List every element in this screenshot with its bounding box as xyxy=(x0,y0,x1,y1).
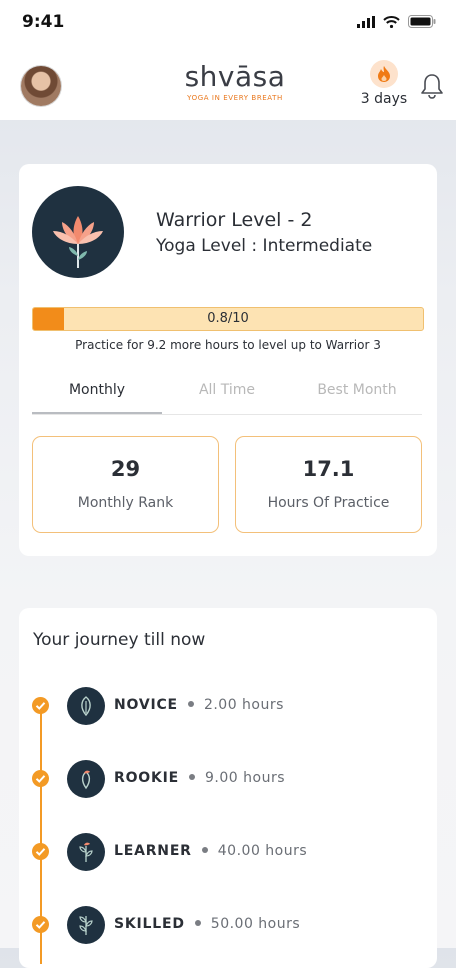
app-logo: shvāsa YOGA IN EVERY BREATH xyxy=(140,60,330,103)
check-icon xyxy=(32,843,49,860)
level-hours: 2.00 hours xyxy=(203,697,284,713)
level-name: SKILLED xyxy=(114,916,185,932)
check-icon xyxy=(32,697,49,714)
level-name: NOVICE xyxy=(114,697,178,713)
lotus-badge-icon xyxy=(32,186,124,278)
level-name: ROOKIE xyxy=(114,770,180,786)
level-name: LEARNER xyxy=(114,843,192,859)
logo-text: shvāsa xyxy=(184,60,286,93)
battery-icon xyxy=(408,15,436,28)
journey-item-rookie: ROOKIE 9.00 hours xyxy=(19,759,437,799)
wifi-icon xyxy=(383,15,400,28)
level-hours: 9.00 hours xyxy=(205,770,285,786)
bullet-separator xyxy=(201,847,208,853)
logo-tagline: YOGA IN EVERY BREATH xyxy=(187,94,283,102)
bell-icon[interactable] xyxy=(419,72,445,100)
tab-monthly[interactable]: Monthly xyxy=(32,372,162,414)
stat-value: 29 xyxy=(110,457,141,481)
journey-item-novice: NOVICE 2.00 hours xyxy=(19,686,437,726)
bullet-separator xyxy=(189,774,196,780)
hours-practice-stat: 17.1 Hours Of Practice xyxy=(235,436,422,533)
level-subtitle: Yoga Level : Intermediate xyxy=(156,236,373,256)
top-bar: 9:41 shvāsa YOGA IN EVERY BREATH 3 days xyxy=(0,0,456,120)
avatar[interactable] xyxy=(21,66,61,106)
tab-all-time[interactable]: All Time xyxy=(162,372,292,414)
journey-level-row: LEARNER 40.00 hours xyxy=(114,843,307,859)
bullet-separator xyxy=(187,701,194,707)
journey-level-row: SKILLED 50.00 hours xyxy=(114,916,300,932)
signal-icon xyxy=(357,15,375,28)
progress-hint: Practice for 9.2 more hours to level up … xyxy=(75,338,381,352)
flame-icon xyxy=(370,60,398,88)
period-tabs: Monthly All Time Best Month xyxy=(32,372,422,415)
status-time: 9:41 xyxy=(22,12,65,32)
journey-item-learner: LEARNER 40.00 hours xyxy=(19,832,437,872)
tab-best-month[interactable]: Best Month xyxy=(292,372,422,414)
level-progress-bar: 0.8/10 xyxy=(32,307,424,331)
journey-title: Your journey till now xyxy=(33,630,206,650)
progress-text: 0.8/10 xyxy=(207,311,249,326)
plant-icon xyxy=(67,906,105,944)
monthly-rank-stat: 29 Monthly Rank xyxy=(32,436,219,533)
journey-level-row: ROOKIE 9.00 hours xyxy=(114,770,285,786)
stat-label: Hours Of Practice xyxy=(267,495,390,511)
level-hours: 50.00 hours xyxy=(210,916,301,932)
check-icon xyxy=(32,916,49,933)
stat-label: Monthly Rank xyxy=(77,495,174,511)
bud-icon xyxy=(67,760,105,798)
bullet-separator xyxy=(194,920,201,926)
journey-level-row: NOVICE 2.00 hours xyxy=(114,697,284,713)
status-icons xyxy=(357,15,436,28)
level-title: Warrior Level - 2 xyxy=(156,209,313,231)
level-hours: 40.00 hours xyxy=(217,843,308,859)
check-icon xyxy=(32,770,49,787)
journey-card: Your journey till now NOVICE 2.00 hours R… xyxy=(19,608,437,968)
sprout-icon xyxy=(67,833,105,871)
seed-icon xyxy=(67,687,105,725)
streak-indicator[interactable]: 3 days xyxy=(356,60,412,107)
journey-item-skilled: SKILLED 50.00 hours xyxy=(19,905,437,945)
level-card: Warrior Level - 2 Yoga Level : Intermedi… xyxy=(19,164,437,556)
streak-days: 3 days xyxy=(360,91,408,107)
stat-value: 17.1 xyxy=(302,457,355,481)
